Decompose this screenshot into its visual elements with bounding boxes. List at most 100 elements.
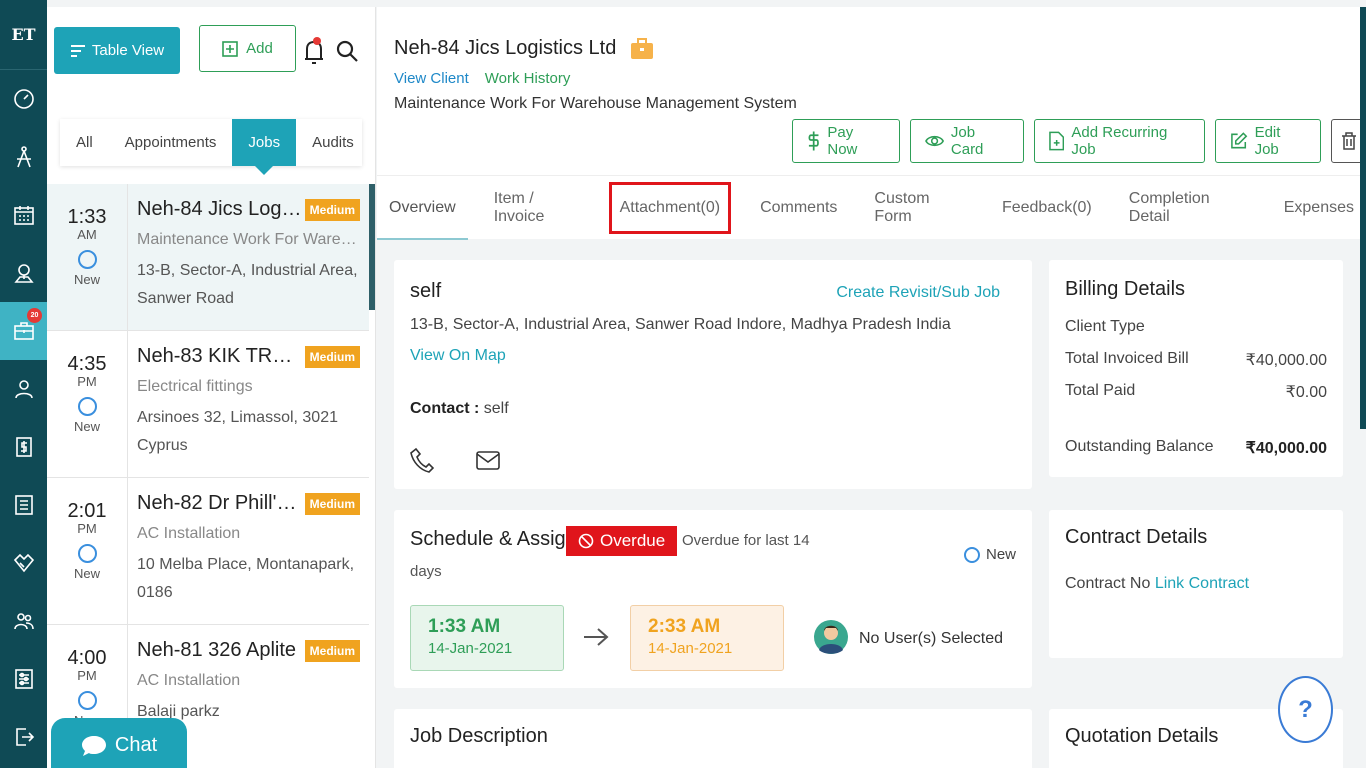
job-title: Neh-82 Dr Phill's ...: [137, 492, 305, 514]
client-type-row: Client Type: [1065, 318, 1145, 335]
rail-item-settings[interactable]: [0, 650, 47, 708]
add-recurring-job-button[interactable]: Add Recurring Job: [1034, 119, 1206, 163]
job-address: Arsinoes 32, Limassol, 3021 Cyprus: [137, 409, 338, 454]
rail-item-clients[interactable]: [0, 360, 47, 418]
job-list-item[interactable]: 2:01 PM New Neh-82 Dr Phill's ... Medium…: [47, 478, 369, 625]
job-list-item[interactable]: 4:35 PM New Neh-83 KIK TRAD... Medium El…: [47, 331, 369, 478]
app-logo[interactable]: ET: [0, 0, 47, 70]
dashboard-icon: [13, 89, 34, 109]
list-icon: [14, 495, 33, 515]
schedule-title: Schedule & Assign: [410, 528, 577, 550]
job-detail-tabs: Overview Item / Invoice Attachment(0) Co…: [377, 175, 1366, 240]
job-list-item[interactable]: 1:33 AM New Neh-84 Jics Logist... Medium…: [47, 184, 369, 331]
priority-badge: Medium: [304, 345, 360, 368]
add-button[interactable]: Add: [199, 25, 296, 72]
status-circle-icon: [77, 544, 97, 563]
job-ampm: PM: [77, 668, 97, 683]
paid-row: Total Paid ₹0.00: [1065, 382, 1327, 401]
pay-now-button[interactable]: Pay Now: [792, 119, 900, 163]
map-pin-icon: [13, 264, 34, 283]
status-circle-icon: [77, 397, 97, 416]
chat-button[interactable]: Chat: [51, 718, 187, 768]
status-circle-icon: [77, 250, 97, 269]
filter-tab-all[interactable]: All: [60, 119, 109, 166]
tab-completion-detail[interactable]: Completion Detail: [1117, 176, 1259, 240]
rail-item-jobs[interactable]: 20: [0, 302, 47, 360]
left-rail: ET 20: [0, 0, 47, 768]
end-time-box[interactable]: 2:33 AM 14-Jan-2021: [630, 605, 784, 671]
phone-icon[interactable]: [410, 447, 434, 473]
job-desc: AC Installation: [137, 525, 241, 542]
job-desc: Electrical fittings: [137, 378, 253, 395]
rail-item-dashboard[interactable]: [0, 70, 47, 128]
job-card-button[interactable]: Job Card: [909, 119, 1025, 163]
location-address: 13-B, Sector-A, Industrial Area, Sanwer …: [410, 316, 951, 333]
job-detail: Neh-84 Jics Logistics Ltd View Client Wo…: [377, 7, 1366, 768]
rail-item-map[interactable]: [0, 244, 47, 302]
view-client-link[interactable]: View Client: [394, 70, 469, 87]
arrow-right-icon: [584, 628, 609, 646]
job-time: 1:33: [67, 206, 107, 228]
job-time: 4:00: [67, 647, 107, 669]
contact-info: Contact : self: [410, 400, 509, 417]
search-icon[interactable]: [335, 39, 359, 63]
invoiced-row: Total Invoiced Bill ₹40,000.00: [1065, 350, 1327, 369]
plus-square-icon: [222, 40, 238, 57]
job-desc: Maintenance Work For Wareh...: [137, 231, 360, 248]
job-title: Neh-83 KIK TRAD...: [137, 345, 305, 367]
rail-item-compass[interactable]: [0, 128, 47, 186]
edit-icon: [1231, 132, 1248, 149]
schedule-status: New: [963, 546, 1016, 563]
edit-job-button[interactable]: Edit Job: [1215, 119, 1322, 163]
avatar[interactable]: [814, 618, 848, 656]
ban-icon: [578, 533, 594, 549]
tab-custom-form[interactable]: Custom Form: [862, 176, 977, 240]
jobs-badge: 20: [27, 308, 42, 323]
rail-item-calendar[interactable]: [0, 186, 47, 244]
location-card: self Create Revisit/Sub Job 13-B, Sector…: [394, 260, 1032, 489]
link-contract-link[interactable]: Link Contract: [1155, 575, 1249, 592]
chat-bubble-icon: [81, 735, 106, 756]
settings-icon: [14, 669, 33, 689]
tab-attachment[interactable]: Attachment(0): [608, 181, 732, 234]
location-name: self: [410, 280, 442, 302]
user-icon: [14, 380, 33, 399]
dollar-icon: [808, 131, 819, 151]
contract-number: Contract No Link Contract: [1065, 575, 1250, 592]
job-header: Neh-84 Jics Logistics Ltd View Client Wo…: [377, 7, 1366, 175]
mail-icon[interactable]: [476, 449, 500, 471]
outstanding-row: Outstanding Balance ₹40,000.00: [1065, 438, 1327, 457]
team-icon: [13, 613, 34, 630]
rail-item-reports[interactable]: [0, 476, 47, 534]
logout-icon: [15, 728, 34, 746]
filter-tab-jobs[interactable]: Jobs: [232, 119, 297, 175]
start-time-box[interactable]: 1:33 AM 14-Jan-2021: [410, 605, 564, 671]
create-revisit-link[interactable]: Create Revisit/Sub Job: [836, 284, 1000, 302]
tab-overview[interactable]: Overview: [377, 176, 468, 240]
job-detail-title: Neh-84 Jics Logistics Ltd: [394, 37, 617, 59]
rail-item-team[interactable]: [0, 592, 47, 650]
overdue-days: days: [410, 563, 442, 580]
contract-title: Contract Details: [1065, 526, 1208, 548]
job-ampm: PM: [77, 374, 97, 389]
job-ampm: AM: [77, 227, 97, 242]
rail-item-logout[interactable]: [0, 708, 47, 766]
rail-item-billing[interactable]: [0, 418, 47, 476]
tab-expenses[interactable]: Expenses: [1272, 176, 1366, 240]
filter-tab-appointments[interactable]: Appointments: [109, 119, 233, 166]
page-scrollbar[interactable]: [1360, 7, 1366, 429]
rail-item-handshake[interactable]: [0, 534, 47, 592]
tab-item-invoice[interactable]: Item / Invoice: [482, 176, 595, 240]
help-button[interactable]: ?: [1278, 676, 1333, 743]
table-view-button[interactable]: Table View: [54, 27, 180, 74]
notification-bell-icon[interactable]: [302, 35, 326, 67]
work-history-link[interactable]: Work History: [485, 70, 571, 87]
list-scrollbar[interactable]: [369, 184, 375, 310]
tab-comments[interactable]: Comments: [748, 176, 849, 240]
quotation-title: Quotation Details: [1065, 725, 1219, 747]
view-on-map-link[interactable]: View On Map: [410, 347, 506, 365]
list-toolbar: Table View Add: [47, 7, 375, 113]
tab-feedback[interactable]: Feedback(0): [990, 176, 1104, 240]
filter-tab-audits[interactable]: Audits: [296, 119, 370, 166]
billing-card: Billing Details Client Type Total Invoic…: [1049, 260, 1343, 477]
